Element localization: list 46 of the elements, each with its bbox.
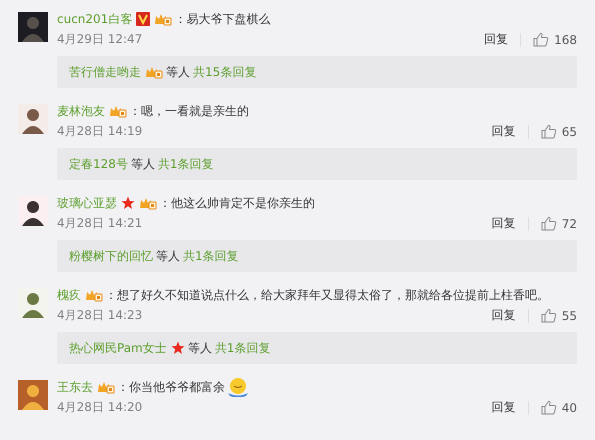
comment-text: ：他这么帅肯定不是你亲生的	[159, 194, 315, 212]
comment-time: 4月28日 14:21	[57, 215, 142, 232]
like-button[interactable]: 55	[540, 308, 577, 323]
reply-link[interactable]: 回复	[492, 307, 516, 324]
others-label: 等人	[188, 340, 212, 356]
comment-text: ：想了好久不知道说点什么，给大家拜年又显得太俗了，那就给各位提前上柱香吧。	[105, 286, 549, 304]
comment-text: ：你当他爷爷都富余	[117, 378, 225, 396]
comment-time: 4月28日 14:19	[57, 123, 142, 140]
thumbs-up-icon	[540, 216, 557, 231]
crown-badge-icon	[85, 288, 103, 302]
reply-link[interactable]: 回复	[492, 123, 516, 140]
reply-link[interactable]: 回复	[492, 399, 516, 416]
comment-time: 4月28日 14:23	[57, 307, 142, 324]
reply-link[interactable]: 回复	[492, 215, 516, 232]
avatar[interactable]	[18, 196, 48, 226]
thumbs-up-icon	[533, 32, 550, 47]
like-button[interactable]: 40	[540, 400, 577, 415]
thumbs-up-icon	[540, 400, 557, 415]
comment-text: ：易大爷下盘棋么	[174, 10, 270, 28]
comment-time: 4月29日 12:47	[57, 31, 142, 48]
thumbs-up-icon	[540, 308, 557, 323]
like-count: 40	[562, 400, 577, 414]
others-label: 等人	[156, 248, 180, 264]
like-count: 168	[554, 32, 577, 46]
verified-badge-icon	[136, 12, 150, 26]
like-button[interactable]: 72	[540, 216, 577, 231]
crown-badge-icon	[109, 104, 127, 118]
like-count: 55	[562, 308, 577, 322]
reply-link[interactable]: 回复	[484, 31, 508, 48]
crown-badge-icon	[154, 12, 172, 26]
crown-badge-icon	[97, 380, 115, 394]
like-button[interactable]: 168	[533, 32, 577, 47]
star-icon	[121, 196, 135, 210]
star-icon	[170, 341, 185, 355]
comment-time: 4月28日 14:20	[57, 399, 142, 416]
others-label: 等人	[130, 156, 155, 172]
like-count: 65	[562, 124, 577, 138]
smiley-icon	[227, 377, 249, 397]
like-button[interactable]: 65	[540, 124, 577, 139]
thumbs-up-icon	[540, 124, 557, 139]
crown-badge-icon	[145, 65, 163, 79]
others-label: 等人	[166, 64, 190, 80]
comment-text: ：嗯，一看就是亲生的	[129, 102, 249, 120]
like-count: 72	[562, 216, 577, 230]
crown-badge-icon	[139, 196, 157, 210]
avatar[interactable]	[18, 104, 48, 134]
